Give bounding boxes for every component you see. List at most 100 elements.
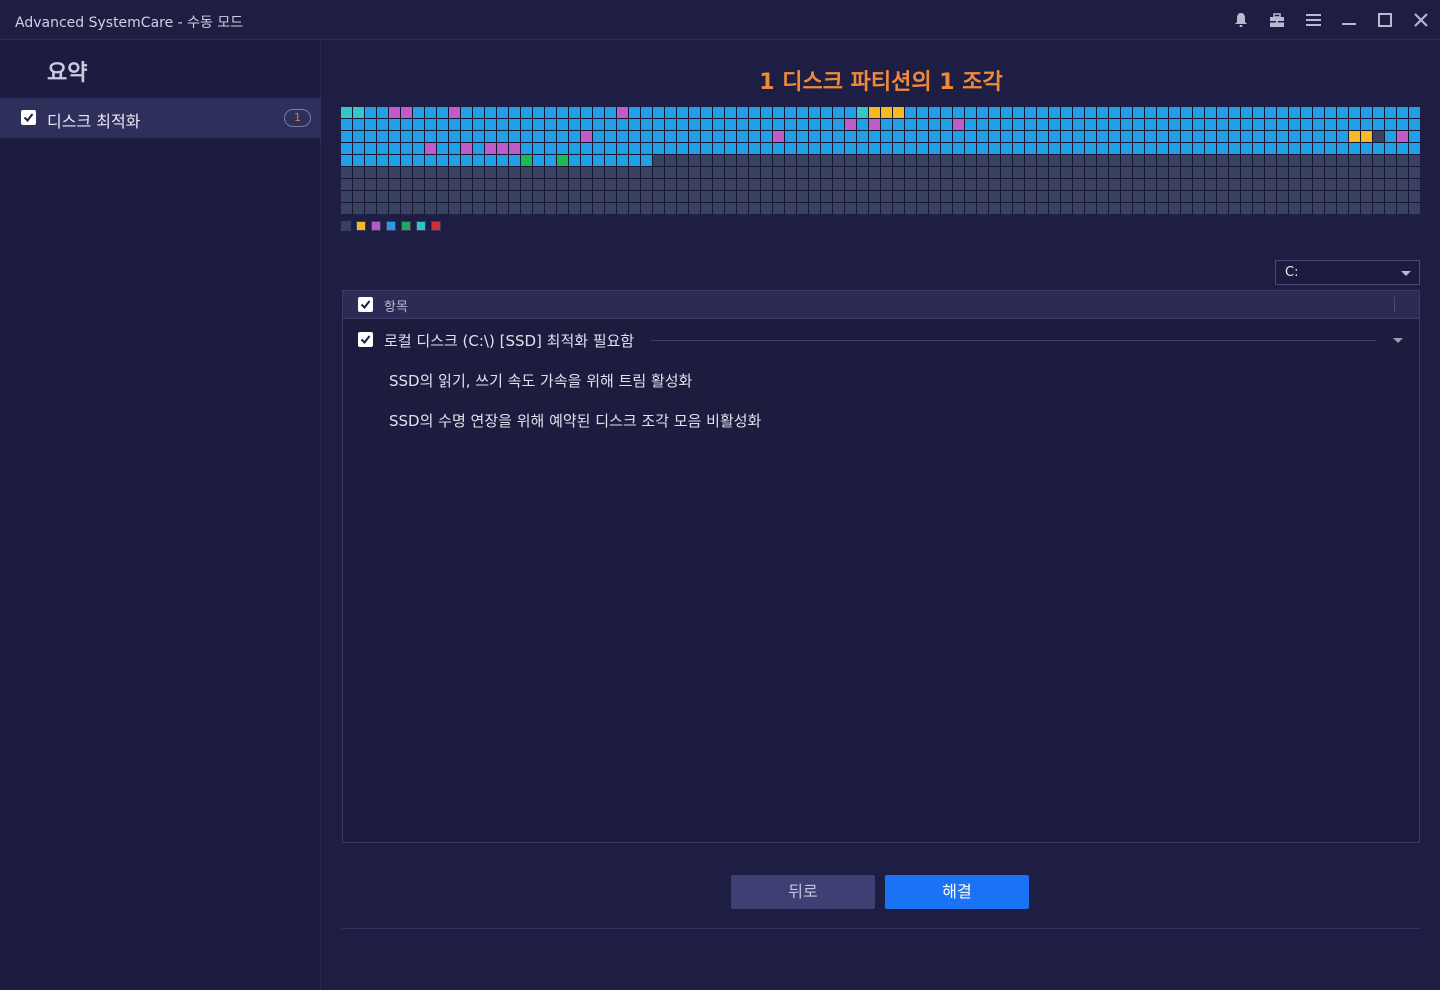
disk-block [533,167,544,178]
table-row: SSD의 읽기, 쓰기 속도 가속을 위해 트림 활성화 [343,360,1419,400]
disk-block [845,131,856,142]
disk-block [917,179,928,190]
disk-block [821,119,832,130]
disk-block [905,191,916,202]
disk-block [1193,131,1204,142]
disk-block [1181,179,1192,190]
back-button[interactable]: 뒤로 [731,875,875,909]
disk-block [1133,179,1144,190]
disk-block [713,167,724,178]
disk-block [665,131,676,142]
disk-block [1253,143,1264,154]
disk-block [1397,167,1408,178]
disk-block [1289,155,1300,166]
disk-block [797,191,808,202]
disk-block [617,167,628,178]
disk-block [1373,179,1384,190]
chevron-down-icon[interactable] [1393,338,1403,343]
toolbox-icon[interactable] [1267,10,1287,30]
close-icon[interactable] [1411,10,1431,30]
sidebar-heading: 요약 [47,61,88,86]
disk-block [425,107,436,118]
disk-block [785,131,796,142]
sidebar-item-disk-optimization[interactable]: 디스크 최적화 1 [0,98,321,138]
disk-block [1385,155,1396,166]
disk-block [461,203,472,214]
disk-block [1409,143,1420,154]
disk-block [809,155,820,166]
disk-block [473,167,484,178]
disk-block [1385,131,1396,142]
disk-block [977,203,988,214]
group-checkbox[interactable] [358,332,373,347]
disk-block [857,131,868,142]
disk-block [1049,143,1060,154]
fix-button[interactable]: 해결 [885,875,1029,909]
menu-icon[interactable] [1303,10,1323,30]
disk-block [1397,155,1408,166]
disk-block [953,203,964,214]
page-title: 1 디스크 파티션의 1 조각 [759,70,1003,95]
disk-block [461,143,472,154]
title-bar: Advanced SystemCare - 수동 모드 [0,0,1440,40]
disk-block [1157,131,1168,142]
disk-block [413,203,424,214]
disk-block [653,191,664,202]
disk-block [1265,155,1276,166]
disk-block [833,203,844,214]
disk-block [773,107,784,118]
disk-block [1121,119,1132,130]
disk-block [1013,191,1024,202]
disk-block [881,179,892,190]
select-all-checkbox[interactable] [358,297,373,312]
disk-block [677,203,688,214]
disk-block [653,143,664,154]
disk-block [1217,107,1228,118]
disk-map-legend [341,221,441,231]
disk-block [869,143,880,154]
disk-block [1157,119,1168,130]
minimize-icon[interactable] [1339,10,1359,30]
disk-block [725,143,736,154]
disk-block [1181,131,1192,142]
disk-block [689,167,700,178]
disk-block [365,167,376,178]
disk-block [689,179,700,190]
sidebar: 요약 디스크 최적화 1 [0,40,321,990]
disk-block [485,119,496,130]
maximize-icon[interactable] [1375,10,1395,30]
disk-block [1181,143,1192,154]
disk-block [1157,203,1168,214]
disk-block [1169,203,1180,214]
disk-block [1109,167,1120,178]
disk-block [1097,107,1108,118]
bell-icon[interactable] [1231,10,1251,30]
sidebar-item-checkbox[interactable] [21,110,36,125]
disk-block [845,107,856,118]
disk-block [713,143,724,154]
disk-block [533,155,544,166]
disk-block [689,119,700,130]
disk-block [881,167,892,178]
disk-block [1037,143,1048,154]
disk-block [1037,203,1048,214]
disk-block [485,203,496,214]
table-group-row[interactable]: 로컬 디스크 (C:\) [SSD] 최적화 필요함 [343,320,1419,360]
disk-block [1217,167,1228,178]
disk-block [689,191,700,202]
disk-block [1073,143,1084,154]
disk-block [1289,179,1300,190]
disk-block [545,143,556,154]
drive-select[interactable]: C: [1275,260,1420,285]
disk-block [785,143,796,154]
disk-block [461,191,472,202]
disk-block [1229,179,1240,190]
disk-block [1145,119,1156,130]
legend-swatch [401,221,411,231]
disk-block [725,155,736,166]
disk-block [557,143,568,154]
disk-block [1001,131,1012,142]
disk-block [1145,167,1156,178]
disk-block [905,143,916,154]
disk-block [917,155,928,166]
